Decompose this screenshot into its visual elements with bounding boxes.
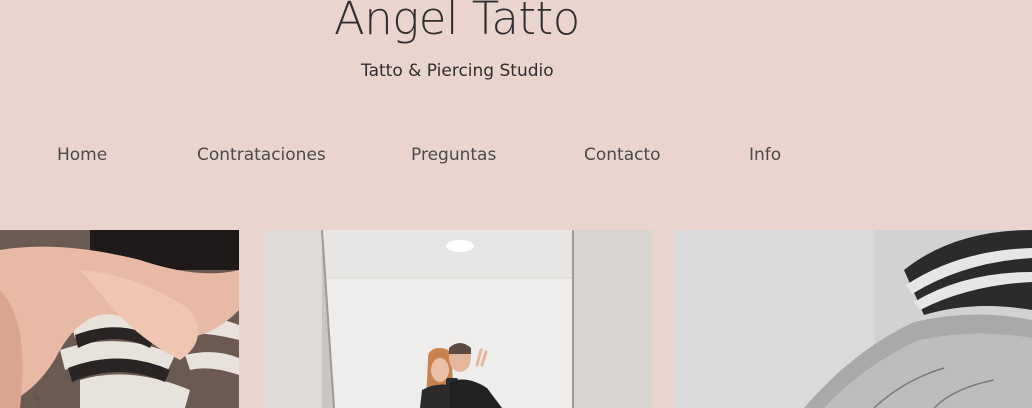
gallery-photo-foot-tattoo[interactable]	[0, 230, 239, 408]
gallery-photo-hand-tattoo[interactable]	[674, 230, 1032, 408]
site-header: Angel Tatto Tatto & Piercing Studio Home…	[0, 0, 1032, 230]
nav-item-info[interactable]: Info	[749, 145, 781, 165]
site-title: Angel Tatto	[334, 0, 580, 45]
nav-item-home[interactable]: Home	[57, 145, 107, 165]
nav-item-contacto[interactable]: Contacto	[584, 145, 661, 165]
photo-gallery	[0, 230, 1032, 408]
nav-item-preguntas[interactable]: Preguntas	[411, 145, 496, 165]
nav-item-contrataciones[interactable]: Contrataciones	[197, 145, 326, 165]
gallery-photo-mirror-selfie[interactable]	[262, 230, 652, 408]
site-subtitle: Tatto & Piercing Studio	[361, 61, 554, 81]
